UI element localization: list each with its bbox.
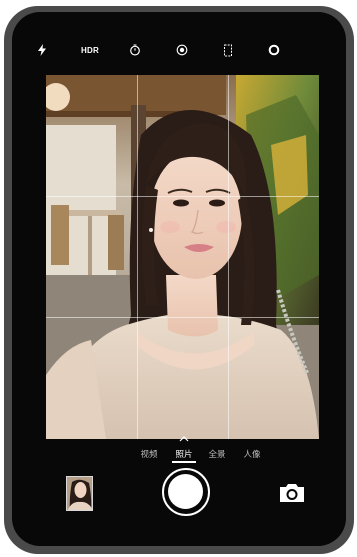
filter-button[interactable] <box>262 38 286 62</box>
camera-top-bar: HDR <box>12 12 346 76</box>
camera-screen: HDR 视频 照片 全景 人像 <box>12 12 346 546</box>
last-photo-thumbnail[interactable] <box>66 476 93 511</box>
flash-button[interactable] <box>30 38 54 62</box>
phone-device: HDR 视频 照片 全景 人像 <box>4 6 354 554</box>
mode-video[interactable]: 视频 <box>140 448 157 460</box>
flash-icon <box>38 44 46 56</box>
grid-line-horizontal-1 <box>46 196 319 197</box>
aspect-ratio-button[interactable] <box>216 38 240 62</box>
viewfinder-preview-image <box>46 75 319 439</box>
camera-viewfinder[interactable] <box>46 75 319 439</box>
thumbnail-image <box>67 477 92 510</box>
filter-icon <box>268 44 280 56</box>
mode-photo[interactable]: 照片 <box>175 448 192 460</box>
grid-line-vertical-1 <box>137 75 138 439</box>
camera-switch-icon[interactable] <box>278 482 306 504</box>
live-photo-button[interactable] <box>170 38 194 62</box>
hdr-button[interactable]: HDR <box>78 38 102 62</box>
camera-mode-selector: 视频 照片 全景 人像 <box>12 428 346 468</box>
shutter-button[interactable] <box>162 468 210 516</box>
mode-panorama[interactable]: 全景 <box>208 448 225 460</box>
mode-active-indicator <box>172 461 196 463</box>
grid-line-horizontal-2 <box>46 317 319 318</box>
hdr-label: HDR <box>81 45 99 55</box>
timer-icon <box>130 44 140 56</box>
chevron-up-icon[interactable] <box>179 436 189 442</box>
live-photo-icon <box>176 44 188 56</box>
shutter-button-inner <box>168 474 203 509</box>
timer-button[interactable] <box>123 38 147 62</box>
aspect-ratio-icon <box>224 44 232 56</box>
mode-portrait[interactable]: 人像 <box>243 448 260 460</box>
grid-line-vertical-2 <box>228 75 229 439</box>
camera-bottom-bar <box>12 468 346 546</box>
